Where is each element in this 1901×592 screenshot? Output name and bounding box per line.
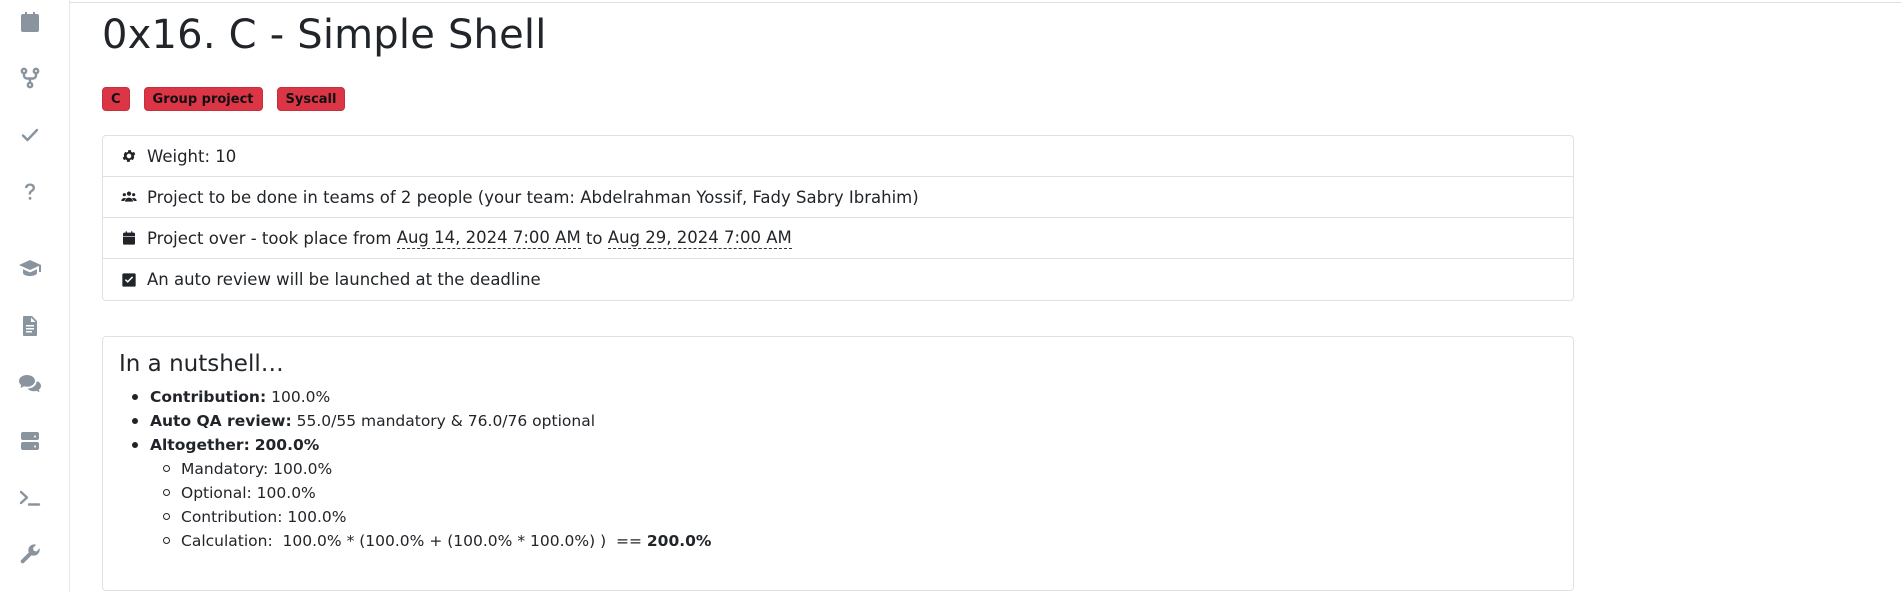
project-info-list: Weight: 10 Project to be done in teams o… [102,135,1574,301]
terminal-icon[interactable] [16,484,44,512]
list-item: Contribution: 100.0% [150,505,1557,529]
nutshell-title: In a nutshell… [119,351,284,377]
list-item: Contribution: 100.0% [119,385,1557,409]
period-to: to [585,228,603,248]
info-weight: Weight: 10 [103,136,1573,177]
altogether-label: Altogether: [150,436,250,454]
period-prefix: Project over - took place from [147,228,392,248]
info-period: Project over - took place from Aug 14, 2… [103,218,1573,259]
gear-icon [121,148,141,164]
users-icon [121,189,141,205]
team-text: Project to be done in teams of 2 people … [147,187,919,207]
list-item: Mandatory: 100.0% [150,457,1557,481]
check-icon[interactable] [16,121,44,149]
tag-group-project[interactable]: Group project [143,87,263,111]
code-fork-icon[interactable] [16,64,44,92]
calendar-icon [121,230,141,246]
nutshell-panel: In a nutshell… Contribution: 100.0% Auto… [102,336,1574,591]
page-title: 0x16. C - Simple Shell [102,12,547,58]
top-divider [70,2,1901,3]
list-item: Optional: 100.0% [150,481,1557,505]
list-item: Auto QA review: 55.0/55 mandatory & 76.0… [119,409,1557,433]
calculation-text: Calculation: 100.0% * (100.0% + (100.0% … [181,532,642,550]
qa-label: Auto QA review: [150,412,292,430]
contribution-label: Contribution: [150,388,267,406]
project-tags: C Group project Syscall [102,87,359,111]
server-icon[interactable] [16,427,44,455]
tag-c[interactable]: C [102,87,130,111]
score-list: Contribution: 100.0% Auto QA review: 55.… [119,385,1557,553]
end-date[interactable]: Aug 29, 2024 7:00 AM [607,228,792,249]
calendar-icon[interactable] [16,8,44,36]
graduation-cap-icon[interactable] [16,254,44,282]
sidebar [0,0,70,592]
comments-icon[interactable] [16,370,44,398]
contribution-value: 100.0% [271,388,331,406]
file-text-icon[interactable] [16,312,44,340]
auto-review-text: An auto review will be launched at the d… [147,270,541,289]
start-date[interactable]: Aug 14, 2024 7:00 AM [396,228,581,249]
list-item: Altogether: 200.0% Mandatory: 100.0% Opt… [119,433,1557,553]
info-team: Project to be done in teams of 2 people … [103,177,1573,218]
check-square-icon [121,272,141,288]
wrench-icon[interactable] [16,540,44,568]
question-icon[interactable] [16,178,44,206]
score-breakdown: Mandatory: 100.0% Optional: 100.0% Contr… [150,457,1557,553]
info-auto-review: An auto review will be launched at the d… [103,259,1573,300]
tag-syscall[interactable]: Syscall [276,87,346,111]
altogether-value: 200.0% [254,436,320,454]
qa-value: 55.0/55 mandatory & 76.0/76 optional [296,412,595,430]
weight-text: Weight: 10 [147,146,237,166]
calculation-result: 200.0% [646,532,712,550]
list-item: Calculation: 100.0% * (100.0% + (100.0% … [150,529,1557,553]
